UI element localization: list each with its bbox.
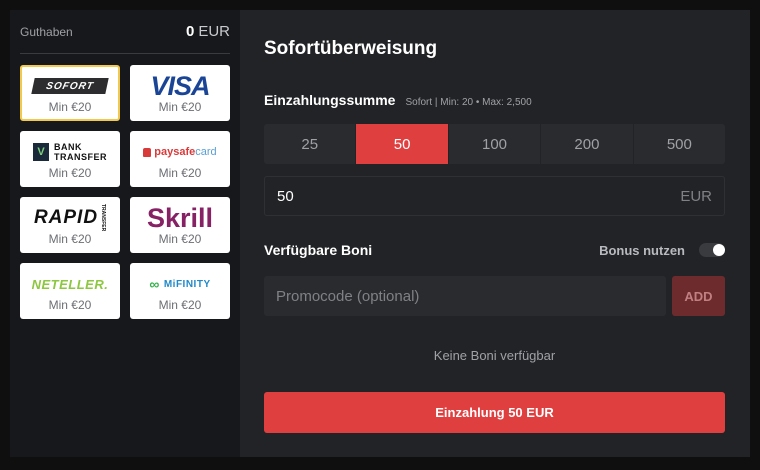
balance-amount: 0 xyxy=(185,23,195,40)
paysafecard-logo-part1: paysafe xyxy=(154,146,196,158)
balance-value: 0 EUR xyxy=(186,23,230,40)
balance-row: Guthaben 0 EUR xyxy=(20,10,230,54)
method-min-label: Min €20 xyxy=(158,232,202,246)
preset-100-button[interactable]: 100 xyxy=(449,124,542,164)
paysafecard-logo: paysafecard xyxy=(132,138,228,166)
deposit-form: Sofortüberweisung Einzahlungssumme Sofor… xyxy=(240,10,750,457)
amount-label: Einzahlungssumme xyxy=(264,92,396,108)
bank-transfer-badge-icon: V xyxy=(33,143,49,161)
bonus-toggle[interactable] xyxy=(699,243,725,257)
method-paysafecard[interactable]: paysafecard Min €20 xyxy=(130,131,230,187)
method-min-label: Min €20 xyxy=(48,166,92,180)
bonus-row: Verfügbare Boni Bonus nutzen xyxy=(264,242,725,258)
method-min-label: Min €20 xyxy=(48,100,92,114)
paysafecard-lock-icon xyxy=(143,147,152,157)
amount-input-currency: EUR xyxy=(680,187,712,205)
method-min-label: Min €20 xyxy=(158,166,202,180)
visa-logo-text: VISA xyxy=(150,71,210,101)
neteller-logo-text: NETELLER. xyxy=(31,276,109,292)
amount-presets: 25 50 100 200 500 xyxy=(264,124,725,164)
sofort-logo: SOFORT xyxy=(22,72,118,100)
add-promocode-button[interactable]: ADD xyxy=(672,276,725,316)
skrill-logo-text: Skrill xyxy=(146,203,214,233)
method-min-label: Min €20 xyxy=(158,100,202,114)
preset-200-button[interactable]: 200 xyxy=(541,124,634,164)
method-sofort[interactable]: SOFORT Min €20 xyxy=(20,65,120,121)
amount-input-value: 50 xyxy=(277,187,294,205)
amount-input[interactable]: 50 EUR xyxy=(264,176,725,216)
method-neteller[interactable]: NETELLER. Min €20 xyxy=(20,263,120,319)
promocode-input[interactable] xyxy=(264,276,666,316)
bank-transfer-line2: TRANSFER xyxy=(54,152,107,162)
payment-methods-grid: SOFORT Min €20 VISA Min €20 V BANK TRANS… xyxy=(20,65,230,319)
neteller-logo: NETELLER. xyxy=(22,270,118,298)
method-min-label: Min €20 xyxy=(48,232,92,246)
mifinity-logo-text: MiFINITY xyxy=(163,278,211,290)
balance-currency: EUR xyxy=(198,23,230,40)
rapid-transfer-logo: RAPID TRANSFER xyxy=(22,204,118,232)
page-title: Sofortüberweisung xyxy=(264,38,438,59)
paysafecard-logo-part2: card xyxy=(195,146,217,158)
method-min-label: Min €20 xyxy=(158,298,202,312)
method-min-label: Min €20 xyxy=(48,298,92,312)
available-bonus-label: Verfügbare Boni xyxy=(264,242,373,258)
visa-logo: VISA xyxy=(132,72,228,100)
rapid-logo-sub: TRANSFER xyxy=(100,204,107,232)
method-mifinity[interactable]: ∞ MiFINITY Min €20 xyxy=(130,263,230,319)
preset-25-button[interactable]: 25 xyxy=(264,124,357,164)
bank-transfer-line1: BANK xyxy=(54,142,82,152)
infinity-icon: ∞ xyxy=(149,276,160,292)
skrill-logo: Skrill xyxy=(132,204,228,232)
toggle-knob xyxy=(713,244,725,256)
deposit-submit-button[interactable]: Einzahlung 50 EUR xyxy=(264,392,725,433)
sofort-logo-text: SOFORT xyxy=(31,78,109,94)
preset-500-button[interactable]: 500 xyxy=(634,124,725,164)
rapid-logo-text: RAPID xyxy=(33,206,99,228)
bank-transfer-logo: V BANK TRANSFER xyxy=(22,138,118,166)
preset-50-button[interactable]: 50 xyxy=(356,124,449,164)
amount-header: Einzahlungssumme Sofort | Min: 20 • Max:… xyxy=(264,92,532,108)
bonus-use-control: Bonus nutzen xyxy=(599,243,725,258)
method-skrill[interactable]: Skrill Min €20 xyxy=(130,197,230,253)
promo-row: ADD xyxy=(264,276,725,316)
method-bank-transfer[interactable]: V BANK TRANSFER Min €20 xyxy=(20,131,120,187)
bonus-use-label: Bonus nutzen xyxy=(599,242,685,258)
mifinity-logo: ∞ MiFINITY xyxy=(132,270,228,298)
payment-sidebar: Guthaben 0 EUR SOFORT Min €20 VISA Min €2… xyxy=(10,10,240,457)
amount-limits-hint: Sofort | Min: 20 • Max: 2,500 xyxy=(405,97,532,108)
balance-label: Guthaben xyxy=(20,24,73,39)
method-visa[interactable]: VISA Min €20 xyxy=(130,65,230,121)
method-rapid-transfer[interactable]: RAPID TRANSFER Min €20 xyxy=(20,197,120,253)
deposit-panel: Guthaben 0 EUR SOFORT Min €20 VISA Min €2… xyxy=(10,10,750,457)
no-bonus-message: Keine Boni verfügbar xyxy=(433,348,556,363)
